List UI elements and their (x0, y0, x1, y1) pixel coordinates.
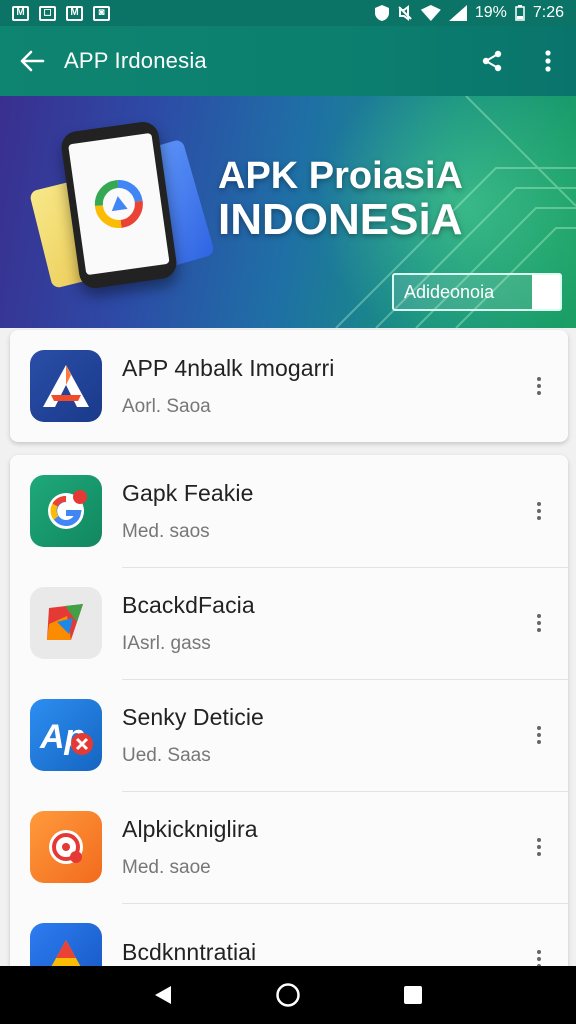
record-icon (30, 811, 102, 883)
app-name: BcackdFacia (122, 591, 255, 618)
app-subtitle: Med. saoe (122, 856, 211, 878)
item-more-button[interactable] (524, 603, 554, 643)
play-shape-icon (30, 587, 102, 659)
google-logo-icon (94, 180, 143, 229)
item-more-button[interactable] (524, 366, 554, 406)
app-subtitle: Med. saos (122, 520, 210, 542)
share-button[interactable] (464, 26, 520, 96)
list-item[interactable]: Ap Senky Deticie Ued. Saas (10, 679, 568, 791)
arrow-left-icon (20, 50, 45, 72)
list-item[interactable]: APP 4nbalk Imogarri Aorl. Saoa (10, 330, 568, 442)
app-name: Alpkickniglira (122, 815, 258, 842)
list-item[interactable]: Alpkickniglira Med. saoe (10, 791, 568, 903)
app-name: Gapk Feakie (122, 479, 254, 506)
app-list-card: Gapk Feakie Med. saos BcackdFacia IAsrl.… (10, 455, 568, 995)
system-nav-bar (0, 966, 576, 1024)
notification-icons: M ◻ M ◙ (12, 5, 110, 21)
banner-cta-label: Adideonoia (404, 281, 495, 302)
back-button[interactable] (0, 26, 64, 96)
app-name: Senky Deticie (122, 703, 264, 730)
google-g-icon (30, 475, 102, 547)
featured-app-card: APP 4nbalk Imogarri Aorl. Saoa (10, 330, 568, 442)
nav-back-button[interactable] (143, 975, 183, 1015)
banner-title: APK ProiasiA INDONESiA (218, 156, 463, 244)
banner-title-line1: APK ProiasiA (218, 155, 463, 197)
mute-icon (398, 5, 412, 21)
app-name: APP 4nbalk Imogarri (122, 354, 335, 381)
battery-percent: 19% (474, 4, 507, 21)
item-more-button[interactable] (524, 715, 554, 755)
signal-icon (448, 5, 467, 21)
battery-icon (515, 5, 525, 21)
page-title: APP Irdonesia (64, 48, 207, 73)
ap-icon: Ap (30, 699, 102, 771)
overflow-menu-button[interactable] (520, 26, 576, 96)
notification-image-icon: ◻ (39, 5, 56, 21)
clock: 7:26 (532, 4, 564, 21)
banner-title-line2: INDONESiA (218, 195, 463, 244)
square-recents-icon (404, 986, 423, 1004)
share-icon (482, 50, 502, 72)
notification-m-icon: M (12, 5, 29, 21)
circle-home-icon (276, 983, 300, 1007)
more-vert-icon (545, 50, 551, 72)
app-subtitle: IAsrl. gass (122, 632, 211, 654)
nav-recents-button[interactable] (393, 975, 433, 1015)
shield-icon (374, 5, 389, 21)
app-subtitle: Aorl. Saoa (122, 395, 211, 417)
item-more-button[interactable] (524, 491, 554, 531)
triangle-back-icon (154, 986, 171, 1004)
notification-m2-icon: M (66, 5, 83, 21)
app-subtitle: Ued. Saas (122, 744, 211, 766)
status-bar: M ◻ M ◙ 19% 7:26 (0, 0, 576, 26)
nav-home-button[interactable] (268, 975, 308, 1015)
app-name: Bcdknntratiai (122, 938, 257, 965)
list-item[interactable]: BcackdFacia IAsrl. gass (10, 567, 568, 679)
notification-app-icon: ◙ (93, 5, 110, 21)
banner-cta-button[interactable]: Adideonoia (392, 273, 562, 311)
app-bar: APP Irdonesia (0, 26, 576, 96)
banner-cta-box (532, 275, 560, 309)
item-more-button[interactable] (524, 827, 554, 867)
wifi-icon (420, 5, 441, 21)
list-item[interactable]: Gapk Feakie Med. saos (10, 455, 568, 567)
atlas-icon (30, 350, 102, 422)
